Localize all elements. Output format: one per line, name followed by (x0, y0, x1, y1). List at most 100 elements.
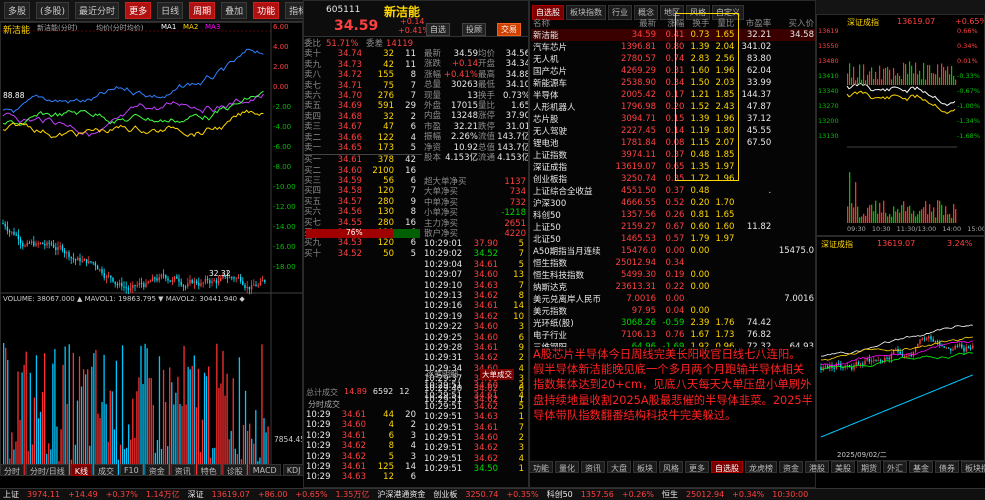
buy-row[interactable]: 买七 34.55 280 16 (304, 218, 422, 228)
bottom-tab[interactable]: 分时 (0, 464, 24, 476)
table-row[interactable]: 纳斯达克 23613.31 0.22 0.00 (531, 281, 815, 293)
index-tick-bar (909, 61, 911, 85)
toolbar-btn-7[interactable]: 叠加 (221, 2, 248, 19)
trade-button[interactable]: 交易 (497, 23, 521, 36)
table-row[interactable]: 国产芯片 4269.29 0.31 1.60 1.96 62.04 (531, 65, 815, 77)
buy-row[interactable]: 买六 34.56 130 8 (304, 207, 422, 217)
buy-row[interactable]: 买三 34.59 56 6 (304, 176, 422, 186)
table-row[interactable]: 上证综合全收益 4551.50 0.37 0.48. (531, 185, 815, 197)
bottom-tab[interactable]: 板块 (633, 461, 657, 473)
buy-row[interactable]: 买九 34.53 120 6 (304, 238, 422, 248)
stat-row: 股本 4.153亿 流通 4.153亿 (424, 152, 529, 163)
toolbar-btn-func[interactable]: 功能 (253, 2, 280, 19)
sell-row[interactable]: 卖十 34.74 32 11 (304, 49, 422, 59)
toolbar-btn-0[interactable]: 多股 (4, 2, 31, 19)
table-row[interactable]: 无人驾驶 2227.45 0.14 1.19 1.80 45.55 (531, 125, 815, 137)
column-header[interactable]: 买入价 (773, 17, 815, 29)
sell-row[interactable]: 卖六 34.70 276 7 (304, 91, 422, 101)
column-header[interactable]: 市盈率 (736, 17, 773, 29)
sell-row[interactable]: 卖八 34.72 155 8 (304, 70, 422, 80)
column-header[interactable]: 最新 (610, 17, 659, 29)
table-row[interactable]: 光环纸(股) 3068.26 -0.59 2.39 1.76 74.42 (531, 317, 815, 329)
sell-row[interactable]: 卖七 34.71 75 7 (304, 81, 422, 91)
bottom-tab[interactable]: 更多 (685, 461, 709, 473)
bottom-tab[interactable]: 诊股 (222, 464, 247, 476)
buy-row[interactable]: 买十 34.52 50 5 (304, 249, 422, 259)
bottom-tab[interactable]: 特色 (196, 464, 221, 476)
bottom-tab[interactable]: 期货 (857, 461, 881, 473)
table-row[interactable]: 创业板指 3250.74 0.35 1.72 1.96 (531, 173, 815, 185)
bottom-tab[interactable]: 量化 (555, 461, 579, 473)
bottom-tab[interactable]: 外汇 (883, 461, 907, 473)
bottom-tab[interactable]: 功能 (529, 461, 553, 473)
buy-row[interactable]: 买二 34.60 2100 16 (304, 166, 422, 176)
bottom-tab[interactable]: 风格 (659, 461, 683, 473)
bottom-tab[interactable]: 港股 (805, 461, 829, 473)
fenbi-title[interactable]: 分时成交 (308, 399, 340, 410)
bottom-tab[interactable]: 成交 (93, 464, 118, 476)
table-row[interactable]: 恒生指数 25012.94 0.34 (531, 257, 815, 269)
bottom-tab[interactable]: K线 (70, 464, 92, 476)
advisor-button[interactable]: 投顾 (462, 23, 486, 36)
index-yaxis-tick: 13550 (818, 42, 839, 50)
fenbi-list[interactable]: 10:29 34.61 44 20 10:29 34.60 4 2 10:29 34.61 6 3 10… (306, 410, 420, 483)
bottom-tab[interactable]: 自选股 (711, 461, 743, 473)
bottom-tab[interactable]: F10 (119, 464, 143, 476)
sell-row[interactable]: 卖四 34.68 32 2 (304, 112, 422, 122)
table-row[interactable]: 上证50 2159.27 0.67 0.60 1.60 11.82 (531, 221, 815, 233)
bottom-tab[interactable]: KDJ (282, 464, 305, 476)
watch-button[interactable]: 自选 (426, 23, 450, 36)
bottom-tab[interactable]: 美股 (831, 461, 855, 473)
table-row[interactable]: 无人机 2780.57 0.74 2.83 2.56 83.80 (531, 53, 815, 65)
bottom-tab[interactable]: 分时/日线 (26, 464, 69, 476)
fb2-title[interactable]: 逐笔明细 (426, 369, 458, 380)
toolbar-btn-more[interactable]: 更多 (125, 2, 152, 19)
bottom-tab[interactable]: 板块指数 (961, 461, 985, 473)
table-row[interactable]: 美元兑离岸人民币 7.0016 0.00 7.0016 (531, 293, 815, 305)
table-row[interactable]: 人形机器人 1796.98 0.20 1.52 2.43 47.87 (531, 101, 815, 113)
toolbar-btn-4[interactable]: 日线 (157, 2, 184, 19)
table-row[interactable]: 新能源车 2538.90 0.34 1.50 2.03 33.99 (531, 77, 815, 89)
table-row[interactable]: 新洁能 34.59 0.41 0.73 1.65 32.21 34.58 (531, 29, 815, 41)
toolbar-btn-2[interactable]: 最近分时 (75, 2, 120, 19)
bottom-tab[interactable]: 龙虎榜 (745, 461, 777, 473)
sell-row[interactable]: 卖九 34.73 42 11 (304, 60, 422, 70)
intraday-chart[interactable] (1, 23, 303, 476)
sell-row[interactable]: 卖三 34.67 47 6 (304, 122, 422, 132)
table-row[interactable]: 芯片股 3094.71 0.15 1.39 1.96 37.12 (531, 113, 815, 125)
kline-body (851, 367, 853, 370)
table-row[interactable]: 汽车芯片 1396.81 0.80 1.39 2.04 341.02 (531, 41, 815, 53)
column-header[interactable]: 名称 (531, 17, 610, 29)
bottom-tab[interactable]: 资金 (779, 461, 803, 473)
bottom-tab[interactable]: 资讯 (170, 464, 195, 476)
table-row[interactable]: 沪深300 4666.55 0.52 0.20 1.70 (531, 197, 815, 209)
buy-row[interactable]: 买一 34.61 378 42 (304, 155, 422, 165)
buy-row[interactable]: 买四 34.58 120 7 (304, 186, 422, 196)
table-row[interactable]: 锂电池 1781.84 0.08 1.15 2.07 67.50 (531, 137, 815, 149)
sell-row[interactable]: 卖五 34.69 591 29 (304, 101, 422, 111)
bottom-tab[interactable]: 资讯 (581, 461, 605, 473)
table-row[interactable]: 恒生科技指数 5499.30 0.19 0.00 (531, 269, 815, 281)
bottom-tab[interactable]: 基金 (909, 461, 933, 473)
table-row[interactable]: 美元指数 97.95 0.04 0.00 (531, 305, 815, 317)
bottom-tab[interactable]: MACD (248, 464, 281, 476)
sell-row[interactable]: 卖二 34.66 122 4 (304, 133, 422, 143)
sell-row[interactable]: 卖一 34.65 173 5 (304, 143, 422, 153)
toolbar-btn-period[interactable]: 周期 (189, 2, 216, 19)
table-row[interactable]: A50期指当月连续 15476.0 0.00 0.00 15475.0 (531, 245, 815, 257)
table-row[interactable]: 半导体 2005.42 0.17 1.21 1.85 144.37 (531, 89, 815, 101)
table-row[interactable]: 科创50 1357.56 0.26 0.81 1.65 (531, 209, 815, 221)
fenbi-list-right[interactable]: 10:29:51 34.60 3 10:29:51 34.61 4 10:29:51 34.6… (424, 381, 528, 475)
table-row[interactable]: 电子行业 7106.13 0.76 1.67 1.73 76.82 (531, 329, 815, 341)
table-row[interactable]: 北证50 1465.53 0.57 1.79 1.97 (531, 233, 815, 245)
buy-row[interactable]: 买五 34.57 280 9 (304, 197, 422, 207)
index-kline-chart[interactable] (817, 237, 985, 461)
fb2-bigorder-button[interactable]: 大单成交 (480, 369, 514, 380)
bottom-tab[interactable]: 债券 (935, 461, 959, 473)
volume-bar (23, 364, 25, 475)
toolbar-btn-1[interactable]: (多股) (36, 2, 70, 19)
bottom-tab[interactable]: 大盘 (607, 461, 631, 473)
table-row[interactable]: 上证指数 3974.11 0.37 0.48 1.85 (531, 149, 815, 161)
bottom-tab[interactable]: 资金 (144, 464, 169, 476)
table-row[interactable]: 深证成指 13619.07 0.65 1.35 1.97 (531, 161, 815, 173)
